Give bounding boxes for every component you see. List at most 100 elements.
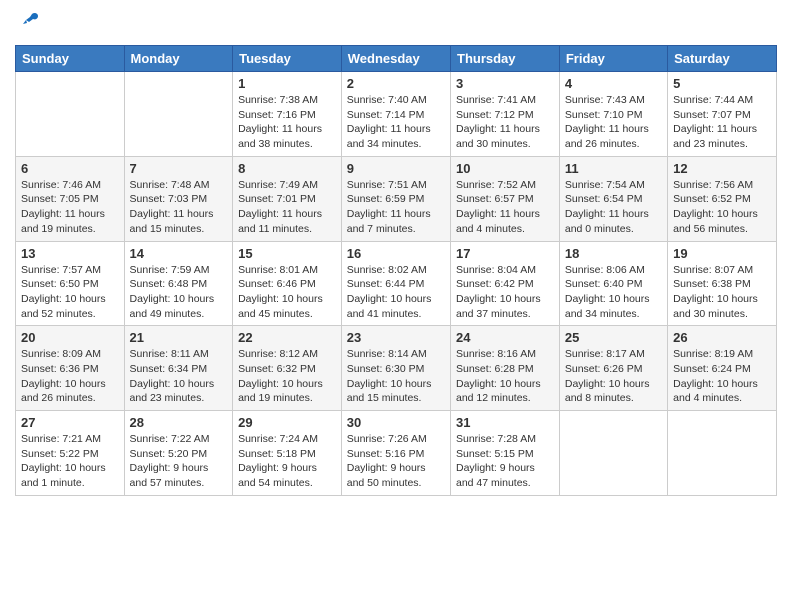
day-number: 9 (347, 161, 445, 176)
calendar-cell: 23 Sunrise: 8:14 AM Sunset: 6:30 PM Dayli… (341, 326, 450, 411)
calendar-cell: 25Sunrise: 8:17 AM Sunset: 6:26 PM Dayli… (559, 326, 667, 411)
day-info: Sunrise: 7:48 AM Sunset: 7:03 PM Dayligh… (130, 178, 228, 237)
calendar-cell: 5 Sunrise: 7:44 AM Sunset: 7:07 PM Daylig… (668, 72, 777, 157)
calendar-week-row: 6 Sunrise: 7:46 AM Sunset: 7:05 PM Daylig… (16, 156, 777, 241)
calendar-cell: 18 Sunrise: 8:06 AM Sunset: 6:40 PM Dayli… (559, 241, 667, 326)
day-info: Sunrise: 8:04 AM Sunset: 6:42 PM Dayligh… (456, 263, 554, 322)
day-number: 26 (673, 330, 771, 345)
calendar-cell: 10 Sunrise: 7:52 AM Sunset: 6:57 PM Dayli… (451, 156, 560, 241)
calendar-cell: 27Sunrise: 7:21 AM Sunset: 5:22 PM Dayli… (16, 411, 125, 496)
calendar-week-row: 20 Sunrise: 8:09 AM Sunset: 6:36 PM Dayli… (16, 326, 777, 411)
day-number: 20 (21, 330, 119, 345)
day-number: 7 (130, 161, 228, 176)
day-info: Sunrise: 7:49 AM Sunset: 7:01 PM Dayligh… (238, 178, 336, 237)
day-number: 23 (347, 330, 445, 345)
day-number: 3 (456, 76, 554, 91)
calendar-cell: 26 Sunrise: 8:19 AM Sunset: 6:24 PM Dayli… (668, 326, 777, 411)
calendar-cell: 29 Sunrise: 7:24 AM Sunset: 5:18 PM Dayli… (233, 411, 342, 496)
day-number: 4 (565, 76, 662, 91)
day-info: Sunrise: 8:14 AM Sunset: 6:30 PM Dayligh… (347, 347, 445, 406)
day-info: Sunrise: 7:46 AM Sunset: 7:05 PM Dayligh… (21, 178, 119, 237)
calendar-header-wednesday: Wednesday (341, 46, 450, 72)
day-number: 6 (21, 161, 119, 176)
day-number: 18 (565, 246, 662, 261)
calendar-cell: 21Sunrise: 8:11 AM Sunset: 6:34 PM Dayli… (124, 326, 233, 411)
calendar-cell: 22Sunrise: 8:12 AM Sunset: 6:32 PM Dayli… (233, 326, 342, 411)
day-number: 30 (347, 415, 445, 430)
calendar-cell: 6 Sunrise: 7:46 AM Sunset: 7:05 PM Daylig… (16, 156, 125, 241)
page-header (15, 10, 777, 37)
calendar-cell: 24 Sunrise: 8:16 AM Sunset: 6:28 PM Dayli… (451, 326, 560, 411)
day-info: Sunrise: 8:17 AM Sunset: 6:26 PM Dayligh… (565, 347, 662, 406)
calendar-cell: 13 Sunrise: 7:57 AM Sunset: 6:50 PM Dayli… (16, 241, 125, 326)
day-info: Sunrise: 7:52 AM Sunset: 6:57 PM Dayligh… (456, 178, 554, 237)
calendar-cell: 11 Sunrise: 7:54 AM Sunset: 6:54 PM Dayli… (559, 156, 667, 241)
calendar-cell: 15Sunrise: 8:01 AM Sunset: 6:46 PM Dayli… (233, 241, 342, 326)
day-info: Sunrise: 8:19 AM Sunset: 6:24 PM Dayligh… (673, 347, 771, 406)
calendar-cell: 3 Sunrise: 7:41 AM Sunset: 7:12 PM Daylig… (451, 72, 560, 157)
day-number: 2 (347, 76, 445, 91)
calendar-cell: 4 Sunrise: 7:43 AM Sunset: 7:10 PM Daylig… (559, 72, 667, 157)
calendar-cell: 2 Sunrise: 7:40 AM Sunset: 7:14 PM Daylig… (341, 72, 450, 157)
logo (15, 10, 40, 37)
calendar-cell: 19Sunrise: 8:07 AM Sunset: 6:38 PM Dayli… (668, 241, 777, 326)
calendar-cell (668, 411, 777, 496)
day-number: 5 (673, 76, 771, 91)
day-info: Sunrise: 7:40 AM Sunset: 7:14 PM Dayligh… (347, 93, 445, 152)
day-info: Sunrise: 7:54 AM Sunset: 6:54 PM Dayligh… (565, 178, 662, 237)
day-info: Sunrise: 8:16 AM Sunset: 6:28 PM Dayligh… (456, 347, 554, 406)
calendar-cell: 31Sunrise: 7:28 AM Sunset: 5:15 PM Dayli… (451, 411, 560, 496)
calendar-cell: 20 Sunrise: 8:09 AM Sunset: 6:36 PM Dayli… (16, 326, 125, 411)
calendar-table: SundayMondayTuesdayWednesdayThursdayFrid… (15, 45, 777, 496)
day-number: 14 (130, 246, 228, 261)
calendar-cell: 8 Sunrise: 7:49 AM Sunset: 7:01 PM Daylig… (233, 156, 342, 241)
day-info: Sunrise: 7:56 AM Sunset: 6:52 PM Dayligh… (673, 178, 771, 237)
day-info: Sunrise: 8:09 AM Sunset: 6:36 PM Dayligh… (21, 347, 119, 406)
day-info: Sunrise: 8:06 AM Sunset: 6:40 PM Dayligh… (565, 263, 662, 322)
calendar-cell: 14 Sunrise: 7:59 AM Sunset: 6:48 PM Dayli… (124, 241, 233, 326)
day-number: 10 (456, 161, 554, 176)
day-info: Sunrise: 7:38 AM Sunset: 7:16 PM Dayligh… (238, 93, 336, 152)
calendar-cell (124, 72, 233, 157)
day-info: Sunrise: 7:44 AM Sunset: 7:07 PM Dayligh… (673, 93, 771, 152)
day-info: Sunrise: 7:43 AM Sunset: 7:10 PM Dayligh… (565, 93, 662, 152)
day-number: 29 (238, 415, 336, 430)
calendar-week-row: 27Sunrise: 7:21 AM Sunset: 5:22 PM Dayli… (16, 411, 777, 496)
day-number: 16 (347, 246, 445, 261)
calendar-cell: 16 Sunrise: 8:02 AM Sunset: 6:44 PM Dayli… (341, 241, 450, 326)
calendar-header-row: SundayMondayTuesdayWednesdayThursdayFrid… (16, 46, 777, 72)
day-number: 13 (21, 246, 119, 261)
logo-bird-icon (18, 10, 40, 37)
day-info: Sunrise: 8:12 AM Sunset: 6:32 PM Dayligh… (238, 347, 336, 406)
day-number: 17 (456, 246, 554, 261)
day-number: 15 (238, 246, 336, 261)
calendar-cell: 9 Sunrise: 7:51 AM Sunset: 6:59 PM Daylig… (341, 156, 450, 241)
day-number: 11 (565, 161, 662, 176)
day-number: 1 (238, 76, 336, 91)
day-info: Sunrise: 7:57 AM Sunset: 6:50 PM Dayligh… (21, 263, 119, 322)
calendar-cell: 12Sunrise: 7:56 AM Sunset: 6:52 PM Dayli… (668, 156, 777, 241)
day-info: Sunrise: 7:41 AM Sunset: 7:12 PM Dayligh… (456, 93, 554, 152)
day-info: Sunrise: 7:51 AM Sunset: 6:59 PM Dayligh… (347, 178, 445, 237)
day-info: Sunrise: 7:21 AM Sunset: 5:22 PM Dayligh… (21, 432, 119, 491)
calendar-week-row: 13 Sunrise: 7:57 AM Sunset: 6:50 PM Dayli… (16, 241, 777, 326)
day-info: Sunrise: 8:11 AM Sunset: 6:34 PM Dayligh… (130, 347, 228, 406)
day-number: 8 (238, 161, 336, 176)
calendar-cell (16, 72, 125, 157)
calendar-cell (559, 411, 667, 496)
day-info: Sunrise: 7:59 AM Sunset: 6:48 PM Dayligh… (130, 263, 228, 322)
day-info: Sunrise: 7:24 AM Sunset: 5:18 PM Dayligh… (238, 432, 336, 491)
day-info: Sunrise: 7:26 AM Sunset: 5:16 PM Dayligh… (347, 432, 445, 491)
calendar-header-friday: Friday (559, 46, 667, 72)
calendar-cell: 30 Sunrise: 7:26 AM Sunset: 5:16 PM Dayli… (341, 411, 450, 496)
calendar-header-monday: Monday (124, 46, 233, 72)
day-number: 24 (456, 330, 554, 345)
calendar-week-row: 1 Sunrise: 7:38 AM Sunset: 7:16 PM Daylig… (16, 72, 777, 157)
calendar-cell: 1 Sunrise: 7:38 AM Sunset: 7:16 PM Daylig… (233, 72, 342, 157)
calendar-header-thursday: Thursday (451, 46, 560, 72)
day-number: 19 (673, 246, 771, 261)
day-info: Sunrise: 7:28 AM Sunset: 5:15 PM Dayligh… (456, 432, 554, 491)
day-info: Sunrise: 8:02 AM Sunset: 6:44 PM Dayligh… (347, 263, 445, 322)
calendar-cell: 7 Sunrise: 7:48 AM Sunset: 7:03 PM Daylig… (124, 156, 233, 241)
calendar-header-sunday: Sunday (16, 46, 125, 72)
